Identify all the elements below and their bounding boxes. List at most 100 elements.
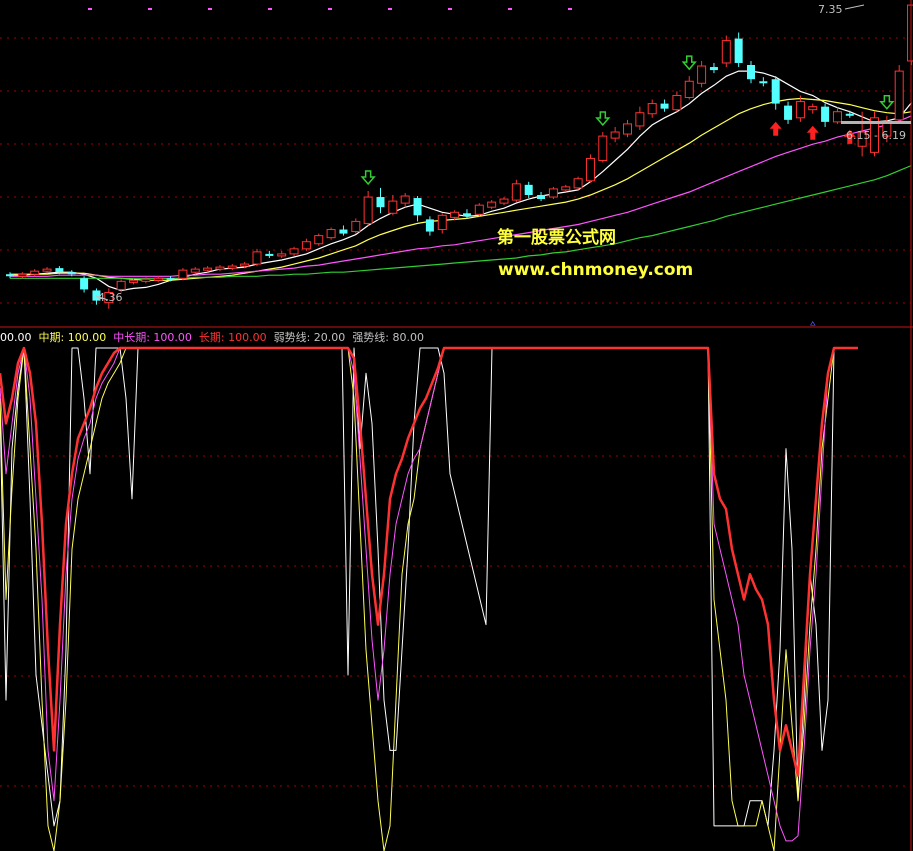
candle-body-up — [17, 273, 27, 277]
legend-entry: 强势线: 80.00 — [352, 330, 424, 344]
sell-arrow-icon — [681, 55, 697, 71]
indicator-lines — [0, 346, 858, 851]
candle-body-up — [400, 195, 410, 204]
candle-body-up — [203, 267, 213, 271]
watermark-url: www.chnmoney.com — [498, 260, 693, 280]
candle-body-up — [388, 200, 398, 214]
candle-body-up — [499, 198, 509, 204]
candle-body-up — [141, 278, 151, 282]
sell-arrow-icon — [595, 111, 611, 127]
candle-body-down — [821, 106, 830, 122]
candle-body-up — [437, 214, 447, 231]
candle-body-down — [709, 67, 718, 71]
candle-body-down — [660, 103, 669, 109]
moving-average-lines — [10, 70, 912, 292]
top-tick-marker — [268, 8, 272, 10]
candle-body-up — [598, 135, 608, 161]
candle-body-up — [153, 277, 163, 281]
buy-arrow-icon — [806, 125, 819, 140]
candle-body-up — [610, 131, 620, 139]
candle-body-up — [351, 220, 361, 233]
buy-arrow-icon — [769, 121, 782, 136]
candle-body-down — [462, 213, 471, 217]
candle-body-down — [734, 38, 743, 63]
candle-body-up — [672, 94, 682, 111]
candle-body-down — [339, 229, 348, 234]
watermark-title: 第一股票公式网 — [497, 227, 616, 248]
candle-body-down — [845, 113, 854, 116]
moving-average-line — [10, 164, 912, 279]
candle-body-up — [511, 183, 521, 201]
candle-body-down — [67, 272, 76, 275]
candle-body-up — [178, 269, 188, 279]
top-tick-marker — [328, 8, 332, 10]
candle-body-up — [561, 186, 571, 191]
panel-handle-icon: ⩟ — [810, 319, 816, 329]
indicator-line — [0, 347, 858, 842]
candle-body-up — [721, 40, 731, 64]
candle-body-down — [55, 268, 64, 273]
candle-body-up — [635, 112, 645, 127]
candle-body-up — [116, 280, 126, 290]
candle-body-up — [129, 279, 138, 283]
candle-body-down — [537, 195, 546, 200]
candle-body-up — [363, 196, 373, 224]
price-range-label: 6.15 - 6.19 — [846, 129, 906, 142]
high-price-leader — [844, 4, 865, 10]
candle-body-up — [585, 157, 595, 182]
candle-body-down — [759, 81, 768, 84]
indicator-line — [0, 347, 858, 851]
high-price-label: 7.35 — [818, 3, 843, 16]
candle-body-down — [166, 278, 175, 280]
candle-body-up — [474, 204, 484, 215]
candle-body-up — [252, 251, 262, 265]
candle-body-up — [450, 211, 460, 218]
price-range-marker — [841, 121, 911, 124]
candle-body-down — [376, 197, 385, 208]
candle-body-up — [289, 248, 299, 255]
moving-average-line — [10, 115, 912, 277]
candle-body-up — [240, 263, 250, 267]
legend-entry: 中长期: 100.00 — [113, 331, 192, 344]
candle-body-up — [215, 266, 225, 270]
candle-body-up — [42, 268, 52, 272]
candle-body-up — [301, 241, 311, 250]
candle-body-down — [80, 278, 89, 290]
top-tick-marker — [508, 8, 512, 10]
candle-body-up — [548, 188, 558, 198]
candle-body-up — [277, 253, 287, 257]
candle-body-up — [697, 65, 707, 84]
candle-body-up — [227, 265, 237, 269]
candle-body-down — [784, 105, 793, 120]
candle-body-up — [314, 235, 324, 245]
sell-arrow-icon — [879, 95, 895, 110]
candle-body-up — [30, 270, 40, 275]
top-tick-marker — [448, 8, 452, 10]
top-tick-marker — [148, 8, 152, 10]
candle-body-up — [573, 178, 583, 189]
candle-body-up — [326, 229, 336, 239]
legend-entry: 中期: 100.00 — [39, 331, 107, 344]
moving-average-line — [10, 70, 912, 292]
candle-body-up — [832, 111, 842, 123]
candle-body-down — [524, 184, 533, 195]
candle-body-up — [190, 268, 200, 273]
candle-body-up — [623, 123, 632, 135]
top-tick-marker — [88, 8, 92, 10]
candle-body-up — [487, 201, 497, 208]
candle-body-up — [684, 80, 694, 98]
sell-arrow-icon — [360, 170, 376, 186]
legend-entry: 长期: 100.00 — [199, 331, 267, 344]
candle-body-up — [907, 4, 913, 62]
legend-entry: 00.00 — [0, 331, 32, 344]
top-tick-marker — [208, 8, 212, 10]
indicator-legend: 00.00 中期: 100.00 中长期: 100.00 长期: 100.00 弱势线:… — [0, 330, 424, 344]
candle-body-up — [647, 103, 657, 115]
stock-chart: 7.35 4.36 6.15 - 6.19 第一股票公式网 www.chnmon… — [0, 0, 913, 851]
top-tick-marker — [388, 8, 392, 10]
candle-body-down — [747, 65, 755, 80]
candle-body-down — [413, 198, 422, 216]
price-panel-grid — [0, 8, 911, 304]
candle-body-down — [6, 274, 14, 277]
candle-body-up — [894, 70, 904, 121]
